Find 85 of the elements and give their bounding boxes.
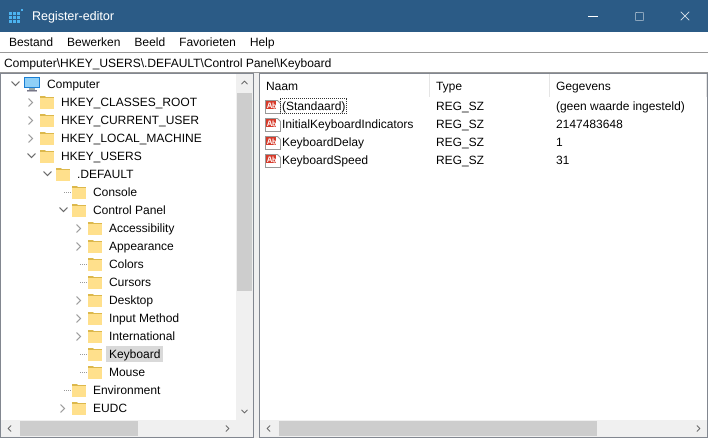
folder-icon (71, 184, 87, 200)
collapse-chevron-icon[interactable] (26, 153, 36, 159)
folder-icon (71, 382, 87, 398)
value-name[interactable]: KeyboardSpeed (281, 153, 370, 167)
expand-chevron-icon[interactable] (28, 134, 34, 142)
folder-icon (71, 202, 87, 218)
value-name[interactable]: KeyboardDelay (281, 135, 366, 149)
value-data: 1 (555, 135, 564, 149)
expand-chevron-icon[interactable] (60, 404, 66, 412)
value-type: REG_SZ (435, 153, 486, 167)
folder-icon (87, 346, 103, 362)
tree-item[interactable]: Appearance (106, 238, 177, 254)
tree-item[interactable]: Input Method (106, 310, 182, 326)
folder-icon (39, 130, 55, 146)
menu-item[interactable]: Favorieten (172, 35, 243, 49)
expand-chevron-icon[interactable] (28, 98, 34, 106)
folder-icon (87, 310, 103, 326)
column-header[interactable]: Gegevens (550, 74, 707, 97)
folder-icon (87, 274, 103, 290)
string-value-icon (265, 134, 281, 150)
folder-icon (39, 148, 55, 164)
folder-icon (87, 238, 103, 254)
menu-item[interactable]: Bestand (2, 35, 60, 49)
tree-item[interactable]: Environment (90, 382, 164, 398)
expand-chevron-icon[interactable] (76, 332, 82, 340)
menu-item[interactable]: Help (242, 35, 282, 49)
tree-item[interactable]: Desktop (106, 292, 156, 308)
collapse-chevron-icon[interactable] (42, 171, 52, 177)
value-type: REG_SZ (435, 99, 486, 113)
tree-item[interactable]: HKEY_USERS (58, 148, 145, 164)
tree-item[interactable]: HKEY_LOCAL_MACHINE (58, 130, 205, 146)
folder-icon (39, 94, 55, 110)
maximize-icon (634, 10, 644, 22)
expand-chevron-icon[interactable] (76, 314, 82, 322)
horizontal-scrollbar[interactable] (1, 420, 236, 437)
collapse-chevron-icon[interactable] (58, 207, 68, 213)
tree-item[interactable]: HKEY_CLASSES_ROOT (58, 94, 200, 110)
vertical-scrollbar[interactable] (236, 74, 253, 420)
address-bar[interactable]: Computer\HKEY_USERS\.DEFAULT\Control Panel\Keyboard (0, 52, 708, 73)
folder-icon (87, 256, 103, 272)
column-header[interactable]: Naam (260, 74, 430, 97)
menu-item[interactable]: Bewerken (60, 35, 128, 49)
collapse-chevron-icon[interactable] (10, 81, 20, 87)
value-type: REG_SZ (435, 117, 486, 131)
tree-item[interactable]: .DEFAULT (74, 166, 136, 182)
value-name[interactable]: (Standaard) (281, 99, 346, 113)
horizontal-scrollbar[interactable] (260, 420, 707, 437)
string-value-icon (265, 116, 281, 132)
expand-chevron-icon[interactable] (76, 296, 82, 304)
expand-chevron-icon[interactable] (28, 116, 34, 124)
value-data: (geen waarde ingesteld) (555, 99, 686, 113)
tree-item[interactable]: Cursors (106, 274, 154, 290)
scrollbar-thumb[interactable] (20, 421, 138, 436)
string-value-icon (265, 98, 281, 114)
tree-item[interactable]: International (106, 328, 178, 344)
folder-icon (87, 328, 103, 344)
folder-icon (87, 364, 103, 380)
window-title: Register-editor (32, 9, 115, 23)
folder-icon (87, 292, 103, 308)
tree-item[interactable]: Colors (106, 256, 147, 272)
scrollbar-thumb[interactable] (237, 93, 252, 291)
tree-item[interactable]: HKEY_CURRENT_USER (58, 112, 202, 128)
value-name[interactable]: InitialKeyboardIndicators (281, 117, 414, 131)
expand-chevron-icon[interactable] (76, 224, 82, 232)
column-header[interactable]: Type (430, 74, 550, 97)
computer-icon (23, 76, 41, 92)
value-data: 2147483648 (555, 117, 624, 131)
scrollbar-thumb[interactable] (279, 421, 597, 436)
folder-icon (87, 220, 103, 236)
tree-item[interactable]: Keyboard (106, 346, 164, 362)
folder-icon (55, 166, 71, 182)
folder-icon (71, 400, 87, 416)
expand-chevron-icon[interactable] (76, 242, 82, 250)
value-type: REG_SZ (435, 135, 486, 149)
tree-item[interactable]: Accessibility (106, 220, 178, 236)
tree-item[interactable]: Computer (44, 76, 103, 92)
value-data: 31 (555, 153, 570, 167)
menu-item[interactable]: Beeld (127, 35, 172, 49)
tree-item[interactable]: Control Panel (90, 202, 169, 218)
tree-item[interactable]: EUDC (90, 400, 130, 416)
registry-app-icon (8, 8, 24, 24)
string-value-icon (265, 152, 281, 168)
tree-item[interactable]: Mouse (106, 364, 148, 380)
folder-icon (39, 112, 55, 128)
tree-item[interactable]: Console (90, 184, 140, 200)
